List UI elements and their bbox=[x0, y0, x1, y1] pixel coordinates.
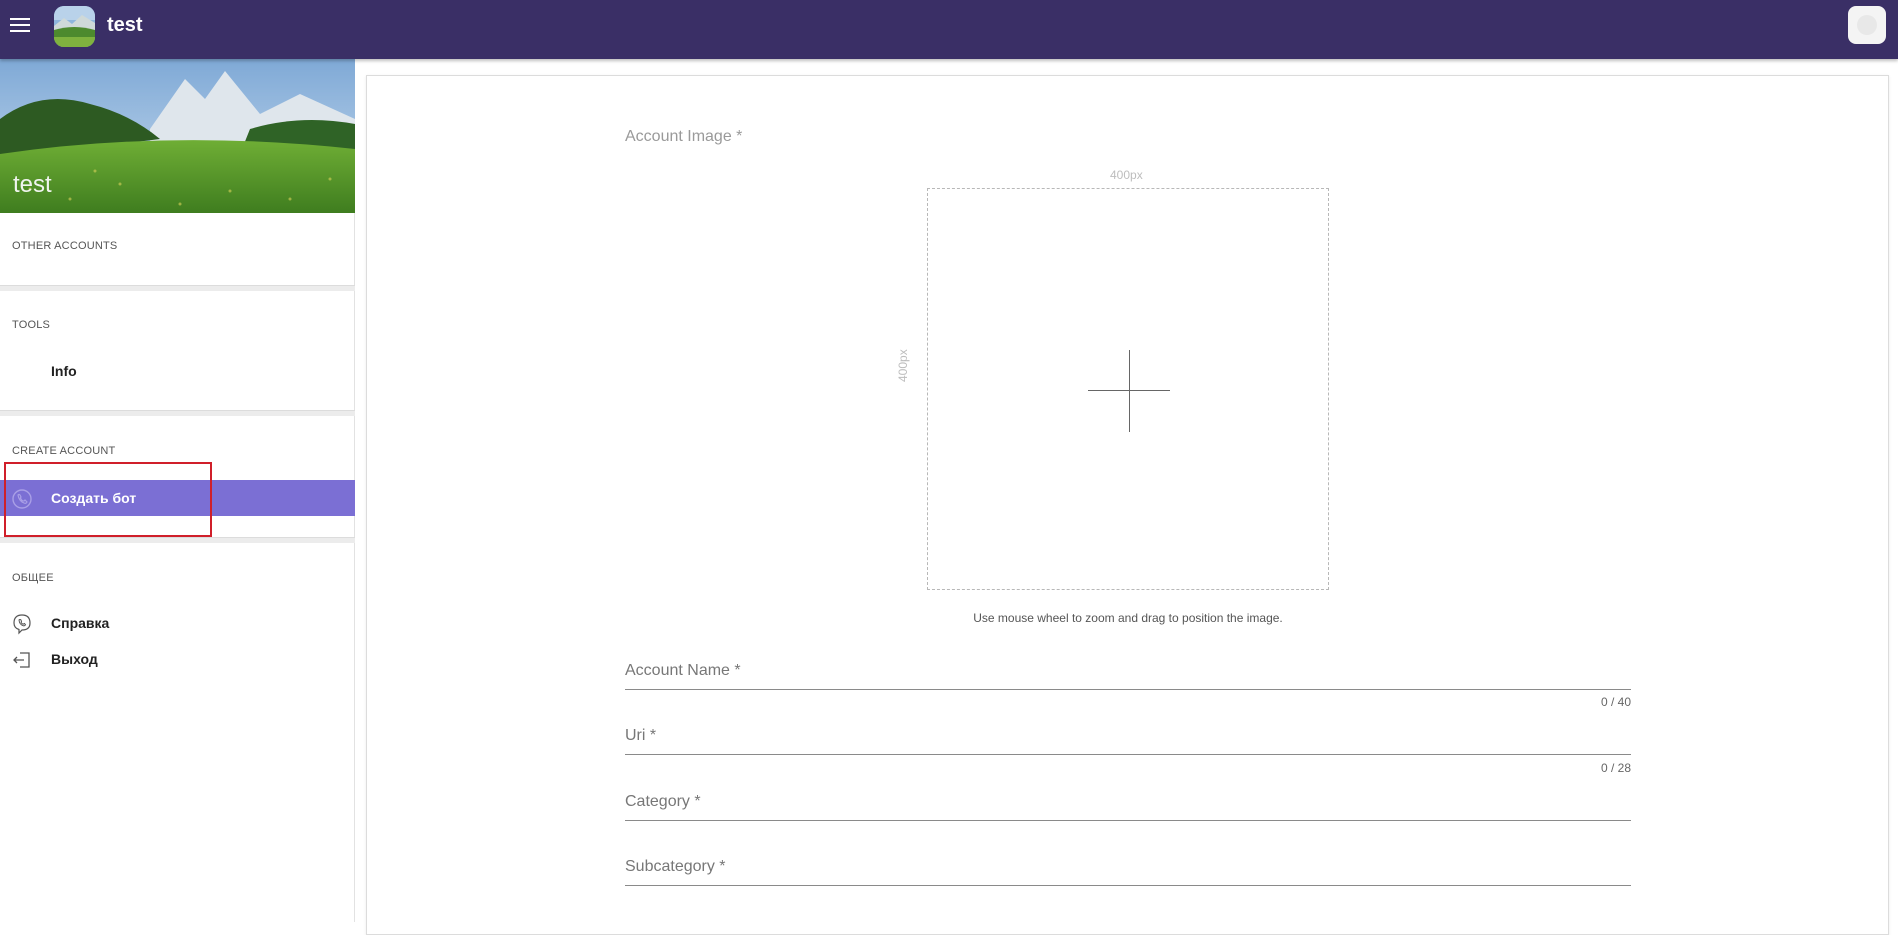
hamburger-menu-icon[interactable] bbox=[10, 14, 32, 36]
sidebar-account-name: test bbox=[13, 171, 52, 198]
plus-icon bbox=[1129, 350, 1130, 432]
page-title: test bbox=[107, 14, 143, 36]
profile-icon[interactable] bbox=[1848, 6, 1886, 44]
divider bbox=[0, 285, 355, 291]
account-name-counter: 0 / 40 bbox=[1600, 695, 1631, 709]
top-app-bar: test bbox=[0, 0, 1898, 59]
uri-placeholder: Uri * bbox=[625, 727, 657, 744]
account-name-placeholder: Account Name * bbox=[625, 662, 741, 679]
category-placeholder: Category * bbox=[625, 793, 701, 810]
sidebar-item-label: Info bbox=[51, 363, 77, 379]
sidebar-item-create-bot[interactable]: Создать бот bbox=[0, 480, 355, 516]
image-height-hint: 400px bbox=[896, 349, 910, 382]
divider bbox=[0, 537, 355, 543]
section-general: ОБЩЕЕ bbox=[12, 572, 54, 584]
sidebar-item-label: Справка bbox=[51, 615, 110, 631]
sidebar-item-logout[interactable]: Выход bbox=[0, 641, 355, 677]
sidebar-item-label: Создать бот bbox=[51, 490, 137, 506]
image-width-hint: 400px bbox=[1110, 168, 1143, 182]
sidebar-item-help[interactable]: Справка bbox=[0, 605, 355, 641]
sidebar-item-info[interactable]: Info bbox=[0, 353, 355, 389]
logout-icon bbox=[11, 649, 33, 671]
image-upload-dropzone[interactable] bbox=[927, 188, 1329, 590]
sidebar-banner: test bbox=[0, 59, 355, 213]
section-tools: TOOLS bbox=[12, 319, 51, 331]
sidebar-item-label: Выход bbox=[51, 651, 98, 667]
sidebar: test OTHER ACCOUNTS TOOLS Info CREATE AC… bbox=[0, 59, 355, 922]
section-other-accounts: OTHER ACCOUNTS bbox=[12, 240, 118, 252]
category-field[interactable]: Category * bbox=[625, 783, 1631, 821]
account-image-label: Account Image * bbox=[625, 128, 743, 145]
subcategory-placeholder: Subcategory * bbox=[625, 858, 726, 875]
landscape-banner-image bbox=[0, 59, 355, 213]
viber-phone-icon bbox=[11, 613, 33, 635]
divider bbox=[0, 410, 355, 416]
viber-icon bbox=[11, 488, 33, 510]
account-avatar[interactable] bbox=[54, 6, 95, 47]
subcategory-field[interactable]: Subcategory * bbox=[625, 848, 1631, 886]
image-hint: Use mouse wheel to zoom and drag to posi… bbox=[973, 611, 1283, 625]
uri-counter: 0 / 28 bbox=[1600, 761, 1631, 775]
uri-field[interactable]: Uri * bbox=[625, 717, 1631, 755]
account-name-field[interactable]: Account Name * bbox=[625, 652, 1631, 690]
section-create-account: CREATE ACCOUNT bbox=[12, 445, 116, 457]
